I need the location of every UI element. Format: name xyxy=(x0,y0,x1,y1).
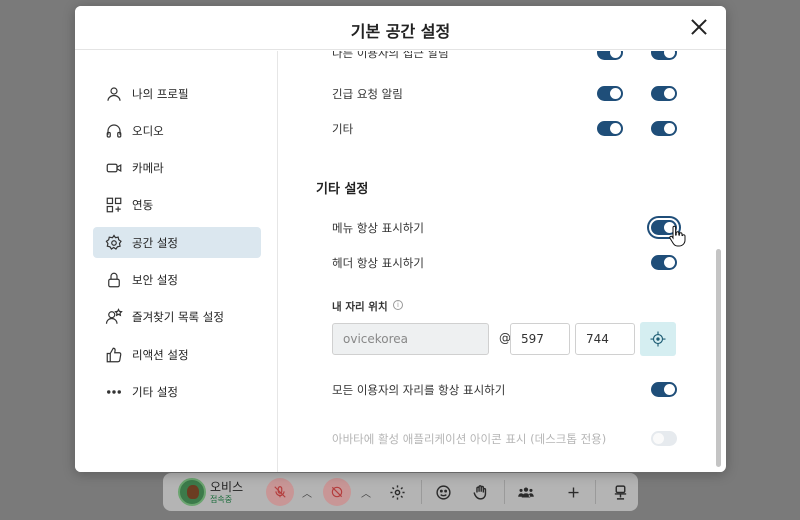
notification-row-label: 기타 xyxy=(332,122,354,136)
notification-row-label: 긴급 요청 알림 xyxy=(332,87,403,101)
show-header-toggle[interactable] xyxy=(651,255,677,270)
thumbs-up-icon xyxy=(104,345,124,365)
notify-urgent-toggle-a[interactable] xyxy=(597,86,623,101)
sidebar-item-label: 공간 설정 xyxy=(132,235,178,250)
settings-dialog: 기본 공간 설정 나의 프로필 오디오 카메라 연동 공간 설정 보안 설정 즐… xyxy=(75,6,726,472)
settings-sidebar: 나의 프로필 오디오 카메라 연동 공간 설정 보안 설정 즐겨찾기 목록 설정 xyxy=(75,51,278,472)
user-star-icon xyxy=(104,307,124,327)
notification-row-label: 다른 이용자의 접근 알림 xyxy=(332,51,449,60)
sidebar-item-other[interactable]: 기타 설정 xyxy=(93,376,261,407)
notify-approach-toggle-b[interactable] xyxy=(651,51,677,60)
info-icon[interactable]: i xyxy=(393,300,403,310)
sidebar-item-security[interactable]: 보안 설정 xyxy=(93,264,261,295)
hand-pointer-icon xyxy=(669,225,686,247)
sidebar-item-reactions[interactable]: 리액션 설정 xyxy=(93,339,261,370)
headphones-icon xyxy=(104,121,124,141)
camera-icon xyxy=(104,158,124,178)
lock-icon xyxy=(104,270,124,290)
avatar-app-icon-label: 아바타에 활성 애플리케이션 아이콘 표시 (데스크톱 전용) xyxy=(332,432,607,446)
sidebar-item-label: 기타 설정 xyxy=(132,384,178,399)
show-all-seats-toggle[interactable] xyxy=(651,382,677,397)
apps-add-icon xyxy=(104,195,124,215)
notify-approach-toggle-a[interactable] xyxy=(597,51,623,60)
more-icon xyxy=(104,382,124,402)
user-icon xyxy=(104,84,124,104)
crosshair-icon xyxy=(650,331,666,347)
sidebar-item-label: 나의 프로필 xyxy=(132,86,189,101)
notify-other-toggle-b[interactable] xyxy=(651,121,677,136)
notify-other-toggle-a[interactable] xyxy=(597,121,623,136)
my-position-label: 내 자리 위치 xyxy=(332,301,388,313)
sidebar-item-integration[interactable]: 연동 xyxy=(93,189,261,220)
scroll-thumb[interactable] xyxy=(716,249,721,467)
gear-icon xyxy=(104,233,124,253)
sidebar-item-label: 보안 설정 xyxy=(132,272,178,287)
settings-content: 다른 이용자의 접근 알림 긴급 요청 알림 기타 기타 설정 메뉴 항상 표시… xyxy=(279,51,712,472)
sidebar-item-label: 카메라 xyxy=(132,160,164,175)
sidebar-item-favorites[interactable]: 즐겨찾기 목록 설정 xyxy=(93,301,261,332)
position-y-input[interactable] xyxy=(575,323,635,355)
show-header-label: 헤더 항상 표시하기 xyxy=(332,256,424,270)
sidebar-item-camera[interactable]: 카메라 xyxy=(93,152,261,183)
dialog-header: 기본 공간 설정 xyxy=(75,6,726,50)
sidebar-item-space-settings[interactable]: 공간 설정 xyxy=(93,227,261,258)
space-name-input[interactable] xyxy=(332,323,489,355)
sidebar-item-label: 리액션 설정 xyxy=(132,347,189,362)
sidebar-item-profile[interactable]: 나의 프로필 xyxy=(93,78,261,109)
close-icon[interactable] xyxy=(690,18,708,36)
locate-button[interactable] xyxy=(640,322,676,356)
show-menu-label: 메뉴 항상 표시하기 xyxy=(332,221,424,235)
sidebar-item-label: 즐겨찾기 목록 설정 xyxy=(132,309,224,324)
sidebar-item-audio[interactable]: 오디오 xyxy=(93,115,261,146)
section-title: 기타 설정 xyxy=(316,182,369,197)
sidebar-item-label: 오디오 xyxy=(132,123,164,138)
show-all-seats-label: 모든 이용자의 자리를 항상 표시하기 xyxy=(332,383,506,397)
sidebar-item-label: 연동 xyxy=(132,197,154,212)
notify-urgent-toggle-b[interactable] xyxy=(651,86,677,101)
avatar-app-icon-toggle xyxy=(651,431,677,446)
dialog-title: 기본 공간 설정 xyxy=(350,22,451,41)
position-x-input[interactable] xyxy=(510,323,570,355)
content-scrollbar[interactable] xyxy=(714,51,724,472)
